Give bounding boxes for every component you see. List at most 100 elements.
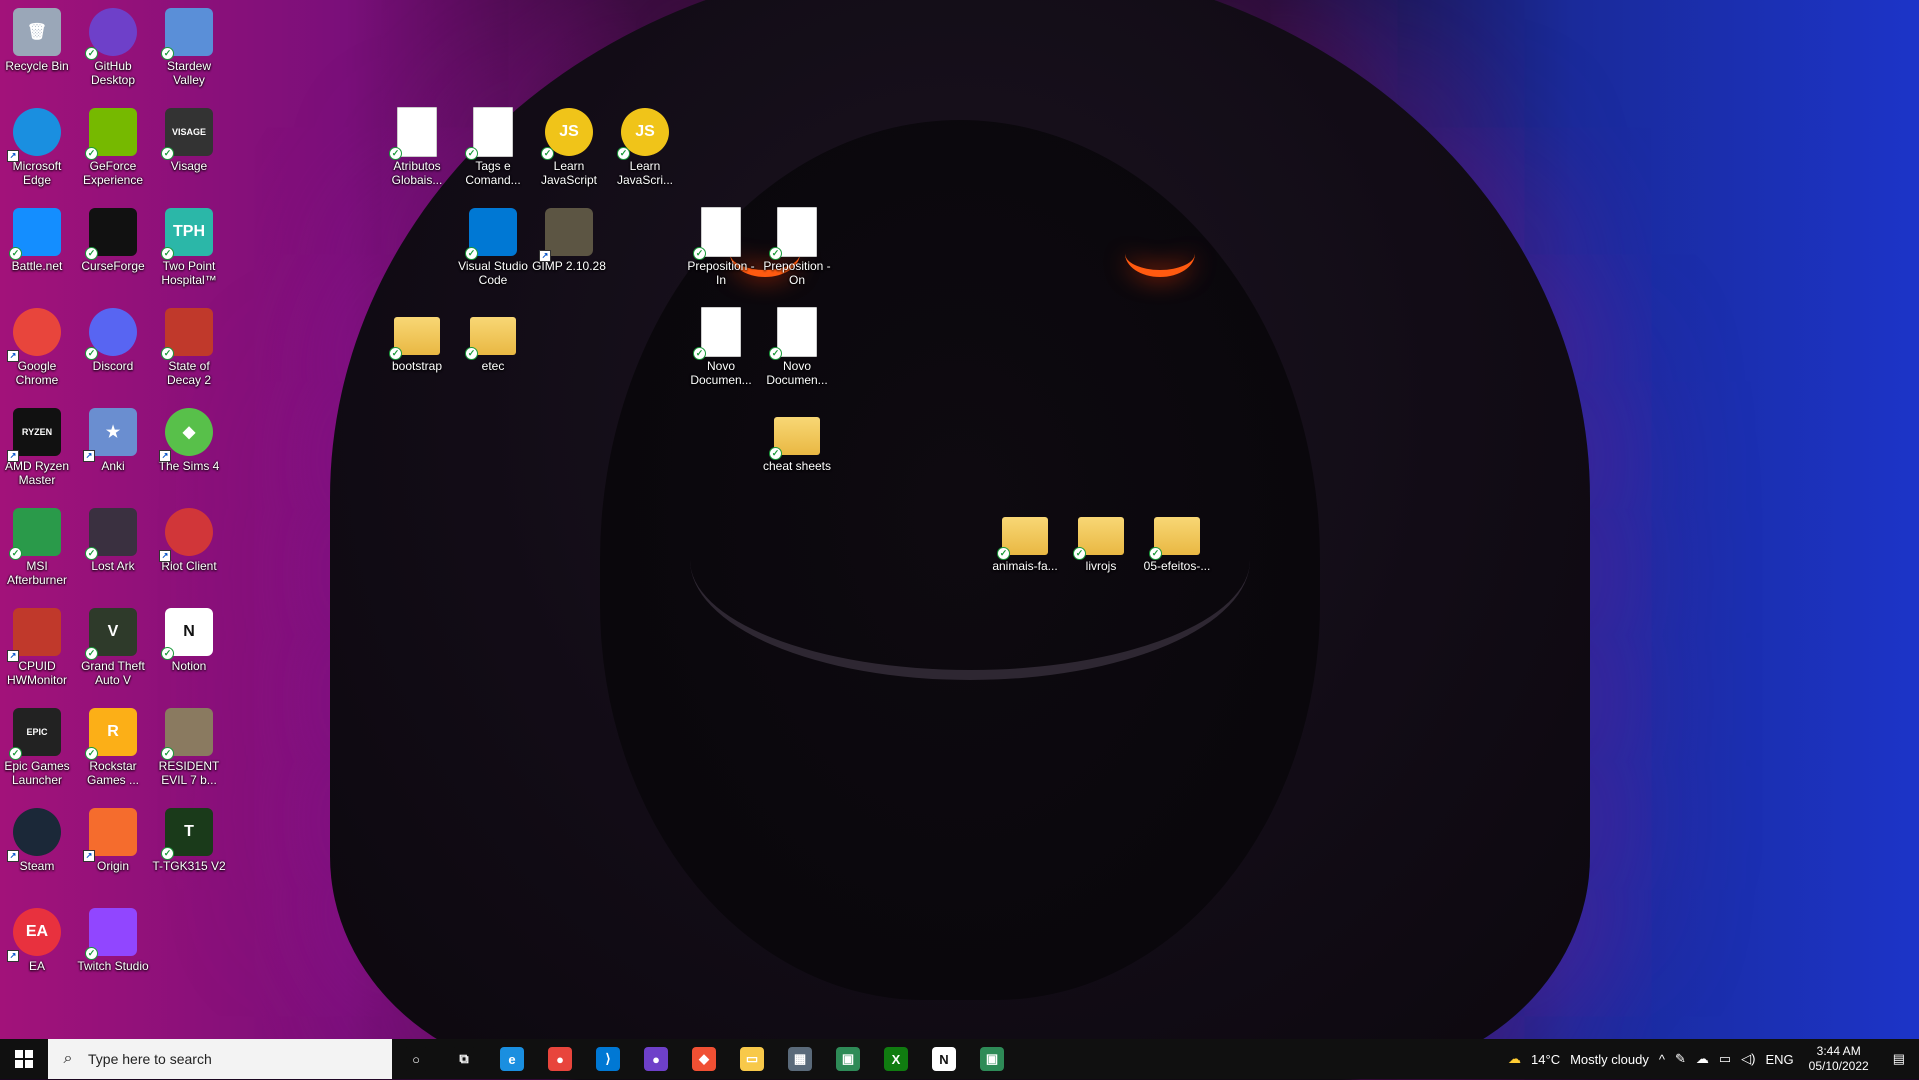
- desktop-icon[interactable]: ★ ↗ Anki: [76, 408, 150, 473]
- desktop-icon[interactable]: ✓ Stardew Valley: [152, 8, 226, 87]
- onedrive-icon[interactable]: ☁: [1691, 1051, 1714, 1067]
- desktop-icon[interactable]: T ✓ T-TGK315 V2: [152, 808, 226, 873]
- sync-check-icon: ✓: [617, 147, 630, 160]
- taskbar-xbox-button[interactable]: X: [872, 1039, 920, 1079]
- desktop-icon[interactable]: EA ↗ EA: [0, 908, 74, 973]
- search-icon: ⌕: [63, 1050, 73, 1067]
- weather-temp[interactable]: 14°C: [1526, 1052, 1565, 1067]
- taskbar-github-desktop-button[interactable]: ●: [632, 1039, 680, 1079]
- desktop-icon[interactable]: ↗ Google Chrome: [0, 308, 74, 387]
- taskbar-edge-button[interactable]: e: [488, 1039, 536, 1079]
- vscode-icon: ✓: [465, 208, 517, 260]
- clock[interactable]: 3:44 AM 05/10/2022: [1799, 1044, 1879, 1074]
- desktop-icon[interactable]: ✓ Battle.net: [0, 208, 74, 273]
- desktop-icon-label: Stardew Valley: [166, 59, 212, 87]
- taskbar-file-explorer-button[interactable]: ▭: [728, 1039, 776, 1079]
- desktop-icon-label: State of Decay 2: [166, 359, 212, 387]
- taskbar-notion-button[interactable]: N: [920, 1039, 968, 1079]
- taskbar-chrome-button[interactable]: ●: [536, 1039, 584, 1079]
- desktop-icon[interactable]: ↗ GIMP 2.10.28: [532, 208, 606, 273]
- desktop-icon[interactable]: ✓ bootstrap: [380, 308, 454, 373]
- taskbar-cortana-button[interactable]: ○: [392, 1039, 440, 1079]
- desktop-icon[interactable]: ✓ Discord: [76, 308, 150, 373]
- sync-check-icon: ✓: [161, 747, 174, 760]
- shortcut-arrow-icon: ↗: [159, 550, 171, 562]
- taskbar-task-view-button[interactable]: ⧉: [440, 1039, 488, 1079]
- desktop-icon[interactable]: ↗ Steam: [0, 808, 74, 873]
- desktop-icon[interactable]: JS ✓ Learn JavaScript: [532, 108, 606, 187]
- desktop-icon-label: CPUID HWMonitor: [6, 659, 67, 687]
- notifications-icon[interactable]: ▤: [1879, 1051, 1919, 1067]
- desktop-icon[interactable]: ✓ Preposition - On: [760, 207, 834, 287]
- desktop-icon[interactable]: ↗ Riot Client: [152, 508, 226, 573]
- desktop-icon[interactable]: ✓ CurseForge: [76, 208, 150, 273]
- desktop-icon[interactable]: TPH ✓ Two Point Hospital™: [152, 208, 226, 287]
- desktop-icon[interactable]: JS ✓ Learn JavaScri...: [608, 108, 682, 187]
- two-point-hospital-icon: TPH ✓: [161, 208, 213, 260]
- desktop-icon[interactable]: R ✓ Rockstar Games ...: [76, 708, 150, 787]
- desktop-icon[interactable]: ↗ CPUID HWMonitor: [0, 608, 74, 687]
- desktop-icon[interactable]: ✓ Tags e Comand...: [456, 107, 530, 187]
- taskbar-store-2-button[interactable]: ▣: [968, 1039, 1016, 1079]
- pen-icon[interactable]: ✎: [1670, 1051, 1691, 1067]
- ryzen-master-icon: RYZEN ↗: [7, 408, 61, 462]
- desktop-icon[interactable]: ✓ animais-fa...: [988, 508, 1062, 573]
- desktop-icon[interactable]: ↗ Origin: [76, 808, 150, 873]
- sync-check-icon: ✓: [1149, 547, 1162, 560]
- desktop-icon[interactable]: ✓ Twitch Studio: [76, 908, 150, 973]
- desktop-icon[interactable]: ✓ State of Decay 2: [152, 308, 226, 387]
- taskbar-vscode-button[interactable]: ⟩: [584, 1039, 632, 1079]
- visage-icon: VISAGE ✓: [161, 108, 213, 160]
- taskbar-search-box[interactable]: ⌕ Type here to search: [48, 1039, 392, 1079]
- desktop-icon[interactable]: ↗ Microsoft Edge: [0, 108, 74, 187]
- desktop-icon[interactable]: EPIC ✓ Epic Games Launcher: [0, 708, 74, 787]
- desktop-icon-label: livrojs: [1085, 559, 1117, 573]
- sync-check-icon: ✓: [161, 147, 174, 160]
- desktop-icon[interactable]: ✓ GeForce Experience: [76, 108, 150, 187]
- desktop-icon[interactable]: ✓ livrojs: [1064, 508, 1138, 573]
- twitch-studio-icon: ✓: [85, 908, 137, 960]
- taskbar-git-button[interactable]: ◆: [680, 1039, 728, 1079]
- desktop-icon[interactable]: ✓ 05-efeitos-...: [1140, 508, 1214, 573]
- shortcut-arrow-icon: ↗: [7, 650, 19, 662]
- weather-condition[interactable]: Mostly cloudy: [1565, 1052, 1654, 1067]
- file-explorer-icon: ▭: [740, 1047, 764, 1071]
- desktop-icon[interactable]: ✓ Novo Documen...: [684, 307, 758, 387]
- desktop-icon[interactable]: ✓ Atributos Globais...: [380, 107, 454, 187]
- desktop-icon-label: Twitch Studio: [77, 959, 149, 973]
- desktop-icon[interactable]: 🗑 Recycle Bin: [0, 8, 74, 73]
- taskbar-store-button[interactable]: ▣: [824, 1039, 872, 1079]
- start-button[interactable]: [0, 1039, 48, 1079]
- desktop-icon[interactable]: ✓ Novo Documen...: [760, 307, 834, 387]
- volume-icon[interactable]: ◁): [1736, 1051, 1760, 1067]
- edge-icon: ↗: [7, 108, 61, 162]
- desktop-icon-label: Rockstar Games ...: [86, 759, 139, 787]
- sync-check-icon: ✓: [85, 147, 98, 160]
- desktop-icon[interactable]: ◆ ↗ The Sims 4: [152, 408, 226, 473]
- desktop-icon[interactable]: ✓ RESIDENT EVIL 7 b...: [152, 708, 226, 787]
- desktop-icon[interactable]: VISAGE ✓ Visage: [152, 108, 226, 173]
- folder-icon: ✓: [1073, 508, 1125, 560]
- windows-logo-icon: [15, 1050, 33, 1068]
- desktop-icon-label: RESIDENT EVIL 7 b...: [158, 759, 220, 787]
- desktop-icon[interactable]: ✓ Visual Studio Code: [456, 208, 530, 287]
- show-hidden-icons-chevron-icon[interactable]: ^: [1654, 1052, 1670, 1067]
- notion-icon: N ✓: [161, 608, 213, 660]
- desktop-icon[interactable]: ✓ Preposition - In: [684, 207, 758, 287]
- network-icon[interactable]: ▭: [1714, 1051, 1736, 1067]
- curseforge-icon: ✓: [85, 208, 137, 260]
- language-indicator[interactable]: ENG: [1760, 1052, 1798, 1067]
- desktop-icon[interactable]: ✓ Lost Ark: [76, 508, 150, 573]
- taskbar-calculator-button[interactable]: ▦: [776, 1039, 824, 1079]
- desktop-icon[interactable]: RYZEN ↗ AMD Ryzen Master: [0, 408, 74, 487]
- desktop-icon[interactable]: ✓ GitHub Desktop: [76, 8, 150, 87]
- github-icon: ✓: [85, 8, 137, 60]
- desktop-icon[interactable]: N ✓ Notion: [152, 608, 226, 673]
- sync-check-icon: ✓: [769, 347, 782, 360]
- desktop-icon[interactable]: V ✓ Grand Theft Auto V: [76, 608, 150, 687]
- desktop-icon[interactable]: ✓ etec: [456, 308, 530, 373]
- weather-icon[interactable]: ☁: [1503, 1051, 1526, 1067]
- document-icon: ✓: [693, 207, 745, 260]
- desktop-icon[interactable]: ✓ MSI Afterburner: [0, 508, 74, 587]
- desktop-icon[interactable]: ✓ cheat sheets: [760, 408, 834, 473]
